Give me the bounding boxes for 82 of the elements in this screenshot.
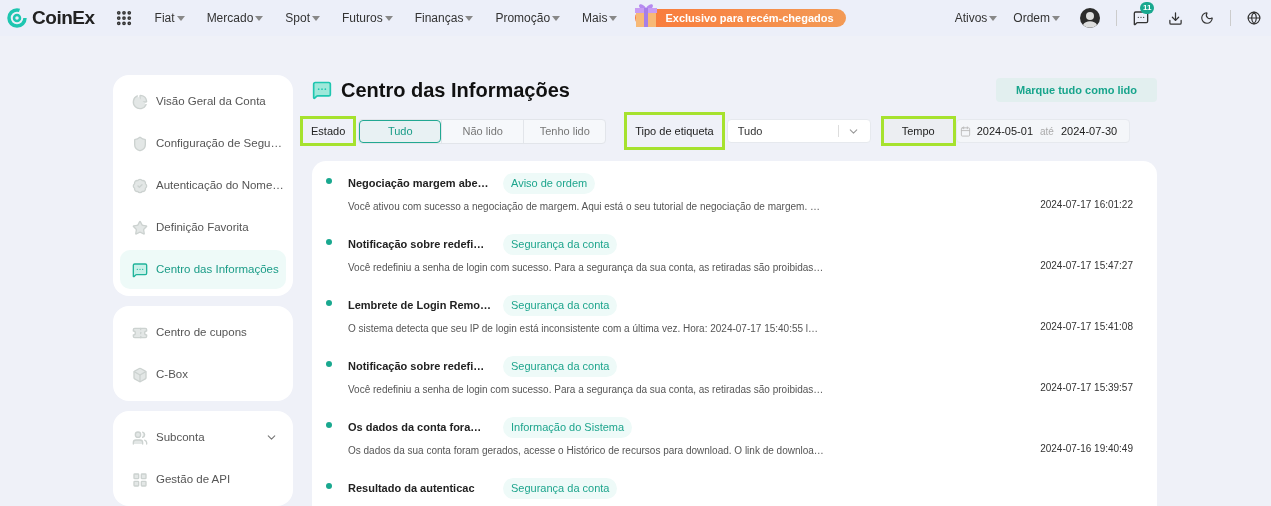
sidebar-item[interactable]: Gestão de API bbox=[120, 460, 286, 499]
filter-label: Tipo de etiqueta bbox=[624, 112, 725, 150]
message-row[interactable]: Notificação sobre redefi… Segurança da conta Você redefiniu a senha de login com sucesso. Para a segurança da sua conta, as retiradas são proibidas… 2024-07-17 15:39:57 bbox=[326, 356, 1133, 417]
message-title: Negociação margem abe… bbox=[348, 176, 490, 191]
message-row[interactable]: Lembrete de Login Remo… Segurança da conta O sistema detecta que seu IP de login está inconsistente com a última vez. Hora: 2024-07-17 15:40:55 l… 2024-07-17 15:41:08 bbox=[326, 295, 1133, 356]
sidebar-item[interactable]: Autenticação do Nome… bbox=[120, 166, 286, 205]
message-title: Notificação sobre redefi… bbox=[348, 237, 486, 252]
tag-select[interactable]: Tudo bbox=[726, 119, 871, 143]
message-preview: Você ativou com sucesso a negociação de margem. Aqui está o seu tutorial de negociação de margem. … bbox=[348, 199, 820, 214]
message-preview: Você redefiniu a senha de login com sucesso. Para a segurança da sua conta, as retiradas são proibidas… bbox=[348, 260, 824, 275]
sidebar-item[interactable]: Subconta bbox=[120, 418, 286, 457]
box-icon bbox=[132, 366, 148, 383]
message-tag: Segurança da conta bbox=[503, 356, 618, 377]
message-tag: Segurança da conta bbox=[503, 234, 618, 255]
grid-icon bbox=[132, 471, 148, 488]
message-icon[interactable] bbox=[1133, 10, 1149, 26]
message-icon bbox=[312, 80, 332, 100]
message-icon bbox=[132, 261, 148, 278]
message-time: 2024-07-17 15:39:57 bbox=[1040, 381, 1133, 395]
caret-icon bbox=[312, 15, 320, 21]
download-icon[interactable] bbox=[1168, 10, 1183, 26]
sidebar-item[interactable]: Visão Geral da Conta bbox=[120, 82, 286, 121]
nav-menu[interactable]: Mercado bbox=[206, 9, 264, 27]
sidebar-item[interactable]: Definição Favorita bbox=[120, 208, 286, 247]
nav-menu[interactable]: Fiat bbox=[154, 9, 185, 27]
caret-icon bbox=[384, 15, 393, 21]
message-title: Os dados da conta fora… bbox=[348, 420, 483, 435]
caret-icon bbox=[176, 15, 185, 21]
notification-badge: 11 bbox=[1140, 2, 1155, 14]
message-tag: Aviso de ordem bbox=[503, 173, 596, 194]
message-tag: Informação do Sistema bbox=[503, 417, 633, 438]
logo-icon bbox=[6, 7, 28, 29]
dark-mode-icon[interactable] bbox=[1200, 11, 1214, 25]
message-title: Resultado da autenticac bbox=[348, 481, 476, 496]
apps-grid-icon[interactable] bbox=[114, 9, 133, 27]
caret-icon bbox=[255, 15, 264, 21]
message-title: Notificação sobre redefi… bbox=[348, 359, 486, 374]
message-time: 2024-07-17 15:47:27 bbox=[1040, 259, 1133, 273]
calendar-icon bbox=[959, 125, 971, 137]
nav-menu[interactable]: Finanças bbox=[414, 9, 474, 27]
star-icon bbox=[132, 219, 148, 236]
message-row[interactable]: Negociação margem abe… Aviso de ordem Você ativou com sucesso a negociação de margem. Aqui está o seu tutorial de negociação de margem. … 2024-07-17 16:01:22 bbox=[326, 173, 1133, 234]
nav-menu[interactable]: Ativos bbox=[954, 9, 998, 27]
gift-icon bbox=[633, 1, 660, 29]
message-title: Lembrete de Login Remo… bbox=[348, 298, 493, 313]
sidebar-item[interactable]: C-Box bbox=[120, 355, 286, 394]
language-icon[interactable] bbox=[1247, 11, 1261, 25]
sidebar-item[interactable]: Centro de cupons bbox=[120, 313, 286, 352]
status-tab[interactable]: Tenho lido bbox=[523, 119, 606, 143]
date-range-field[interactable]: 2024-05-01 até 2024-07-30 bbox=[955, 119, 1130, 143]
filter-label: Estado bbox=[300, 116, 357, 146]
nav-menu[interactable]: Promoção bbox=[495, 9, 561, 27]
shield-icon bbox=[132, 135, 148, 152]
message-tag: Segurança da conta bbox=[503, 478, 618, 499]
message-tag: Segurança da conta bbox=[503, 295, 618, 316]
caret-icon bbox=[609, 15, 618, 21]
message-row[interactable]: Resultado da autenticac Segurança da conta bbox=[326, 478, 1133, 506]
nav-menu[interactable]: Spot bbox=[285, 9, 320, 27]
message-row[interactable]: Notificação sobre redefi… Segurança da conta Você redefiniu a senha de login com sucesso. Para a segurança da sua conta, as retiradas são proibidas… 2024-07-17 15:47:27 bbox=[326, 234, 1133, 295]
message-row[interactable]: Os dados da conta fora… Informação do Sistema Os dados da sua conta foram gerados, acesse o Histórico de recursos para download. O link de downloa… 2024-07-16 19:40:49 bbox=[326, 417, 1133, 478]
users-icon bbox=[132, 429, 148, 446]
caret-icon bbox=[465, 15, 474, 21]
pie-chart-icon bbox=[132, 93, 148, 110]
message-preview: Você redefiniu a senha de login com sucesso. Para a segurança da sua conta, as retiradas são proibidas… bbox=[348, 382, 824, 397]
logo-text[interactable]: CoinEx bbox=[32, 3, 95, 33]
sidebar-item[interactable]: Configuração de Segu… bbox=[120, 124, 286, 163]
message-time: 2024-07-16 19:40:49 bbox=[1040, 442, 1133, 456]
status-tab[interactable]: Não lido bbox=[441, 119, 524, 143]
caret-icon bbox=[552, 15, 561, 21]
caret-icon bbox=[989, 15, 998, 21]
page-title: Centro das Informações bbox=[341, 78, 570, 103]
message-preview: Os dados da sua conta foram gerados, acesse o Histórico de recursos para download. O link de downloa… bbox=[348, 443, 824, 458]
message-preview: O sistema detecta que seu IP de login está inconsistente com a última vez. Hora: 2024-07-17 15:40:55 l… bbox=[348, 321, 819, 336]
badge-icon bbox=[132, 177, 148, 194]
avatar-icon[interactable] bbox=[1080, 8, 1100, 28]
message-time: 2024-07-17 15:41:08 bbox=[1040, 320, 1133, 334]
message-time: 2024-07-17 16:01:22 bbox=[1040, 198, 1133, 212]
caret-icon bbox=[1052, 15, 1060, 21]
nav-menu[interactable]: Ordem bbox=[1013, 9, 1060, 27]
filter-label: Tempo bbox=[880, 116, 956, 146]
nav-menu[interactable]: Futuros bbox=[342, 9, 393, 27]
nav-menu[interactable]: Mais bbox=[582, 9, 618, 27]
